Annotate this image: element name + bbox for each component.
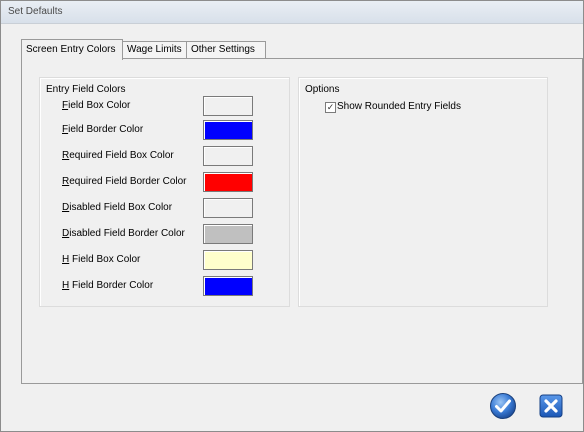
- options-group: Options ✓ Show Rounded Entry Fields: [298, 77, 548, 307]
- h-field-box-color-label: H Field Box Color: [62, 254, 141, 265]
- required-field-border-color-label: Required Field Border Color: [62, 176, 187, 187]
- checkmark-icon: [490, 393, 516, 419]
- required-field-box-color-label: Required Field Box Color: [62, 150, 174, 161]
- field-border-color-swatch[interactable]: [203, 120, 253, 140]
- field-box-color-label: Field Box Color: [62, 100, 131, 111]
- h-field-border-color-swatch[interactable]: [203, 276, 253, 296]
- cancel-button[interactable]: [537, 392, 565, 420]
- show-rounded-entry-fields-label: Show Rounded Entry Fields: [337, 101, 461, 112]
- disabled-field-box-color-swatch[interactable]: [203, 198, 253, 218]
- entry-field-colors-group: Entry Field Colors Field Box Color Field…: [39, 77, 290, 307]
- tab-panel-screen-entry-colors: Entry Field Colors Field Box Color Field…: [21, 58, 583, 384]
- title-bar: Set Defaults: [1, 1, 583, 24]
- field-border-color-label: Field Border Color: [62, 124, 144, 135]
- entry-field-colors-title: Entry Field Colors: [46, 84, 126, 95]
- disabled-field-box-color-label: Disabled Field Box Color: [62, 202, 173, 213]
- field-box-color-swatch[interactable]: [203, 96, 253, 116]
- close-x-icon: [539, 394, 563, 418]
- tab-wage-limits[interactable]: Wage Limits: [122, 41, 188, 59]
- window-title: Set Defaults: [8, 6, 63, 17]
- h-field-box-color-swatch[interactable]: [203, 250, 253, 270]
- disabled-field-border-color-swatch[interactable]: [203, 224, 253, 244]
- h-field-border-color-label: H Field Border Color: [62, 280, 154, 291]
- required-field-border-color-swatch[interactable]: [203, 172, 253, 192]
- disabled-field-border-color-label: Disabled Field Border Color: [62, 228, 185, 239]
- set-defaults-window: Set Defaults Screen Entry Colors Wage Li…: [0, 0, 584, 432]
- tab-screen-entry-colors[interactable]: Screen Entry Colors: [21, 39, 123, 60]
- required-field-box-color-swatch[interactable]: [203, 146, 253, 166]
- ok-button[interactable]: [489, 392, 517, 420]
- tab-other-settings[interactable]: Other Settings: [186, 41, 266, 59]
- show-rounded-entry-fields-checkbox[interactable]: ✓: [325, 102, 336, 113]
- options-title: Options: [305, 84, 340, 95]
